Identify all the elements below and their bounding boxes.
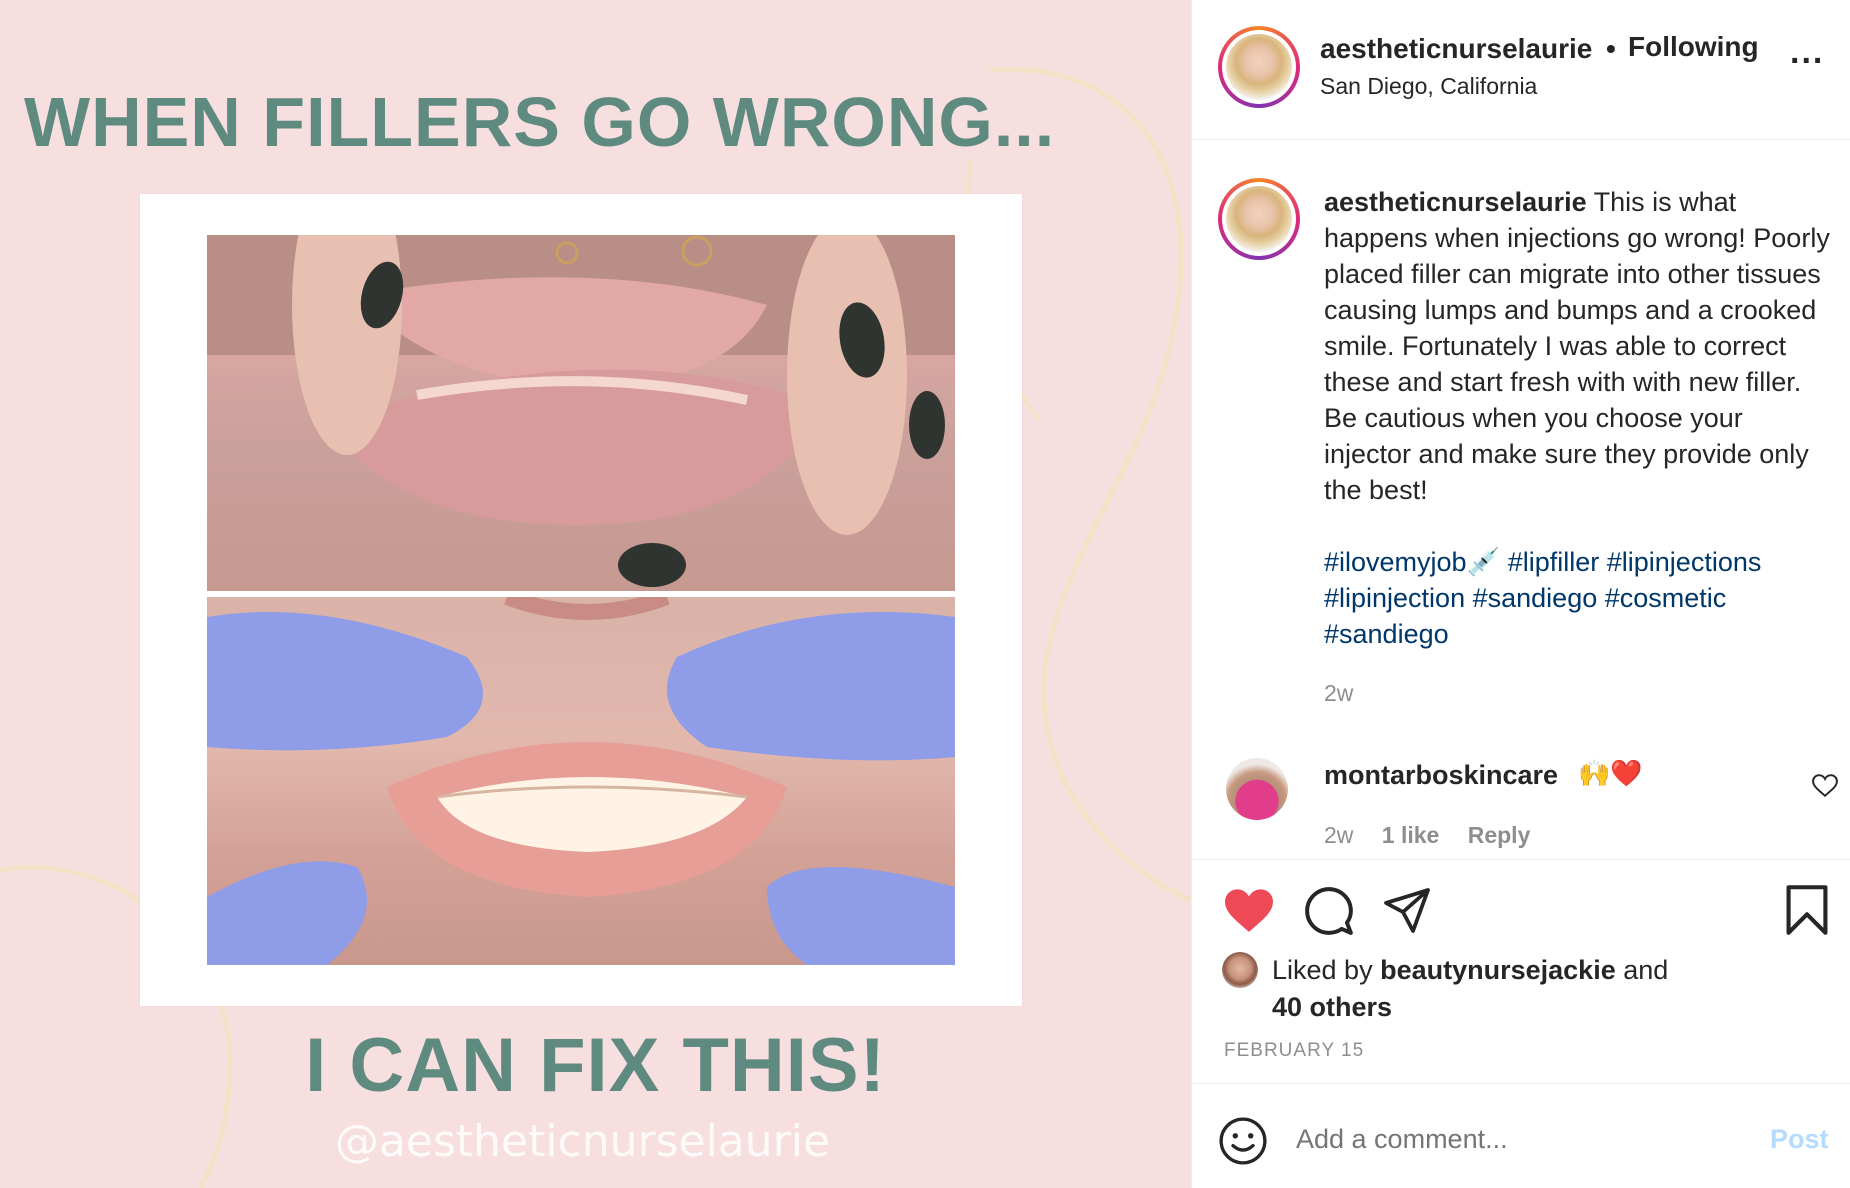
liked-by-and: and — [1623, 955, 1669, 985]
image-watermark: @aestheticnurselaurie — [334, 1116, 831, 1167]
share-icon[interactable] — [1382, 886, 1432, 934]
comment-text: 🙌❤️ — [1578, 758, 1643, 788]
after-photo — [207, 597, 955, 965]
author-avatar[interactable] — [1218, 26, 1300, 108]
like-heart-icon[interactable] — [1224, 888, 1274, 934]
comment-meta: 2w 1 like Reply — [1324, 822, 1530, 849]
post-image[interactable]: WHEN FILLERS GO WRONG... I CAN FIX THIS!… — [0, 0, 1191, 1188]
caption-text-block: aestheticnurselaurie This is what happen… — [1324, 184, 1834, 508]
hashtag[interactable]: #sandiego — [1324, 619, 1449, 649]
emoji-smiley-icon[interactable] — [1218, 1116, 1268, 1166]
comment-like-count[interactable]: 1 like — [1382, 822, 1440, 848]
hashtag[interactable]: #sandiego — [1473, 583, 1598, 613]
image-subline: I CAN FIX THIS! — [305, 1023, 886, 1108]
liked-by-user[interactable]: beautynursejackie — [1380, 955, 1616, 985]
comment-heart-icon[interactable] — [1812, 774, 1838, 798]
commenter-avatar[interactable] — [1226, 758, 1288, 820]
author-username[interactable]: aestheticnurselaurie — [1320, 33, 1592, 65]
add-comment-bar: Post — [1192, 1084, 1850, 1188]
comment-reply-button[interactable]: Reply — [1468, 822, 1531, 848]
hashtag[interactable]: #lipinjection — [1324, 583, 1465, 613]
post-actions: Liked by beautynursejackie and 40 others… — [1192, 860, 1850, 1084]
comment-item: montarboskincare 🙌❤️ 2w 1 like Reply — [1192, 748, 1850, 860]
before-after-frame — [140, 194, 1022, 1006]
post-date[interactable]: FEBRUARY 15 — [1224, 1040, 1364, 1062]
post-header: aestheticnurselaurie • Following San Die… — [1192, 0, 1850, 140]
before-photo — [207, 235, 955, 591]
caption-avatar[interactable] — [1218, 178, 1300, 260]
hashtag[interactable]: #lipinjections — [1607, 547, 1762, 577]
caption-timestamp[interactable]: 2w — [1324, 680, 1353, 707]
comment-icon[interactable] — [1304, 886, 1354, 936]
commenter-username[interactable]: montarboskincare — [1324, 760, 1558, 791]
comment-timestamp[interactable]: 2w — [1324, 822, 1353, 848]
liker-avatar[interactable] — [1222, 952, 1258, 988]
liked-by-others[interactable]: 40 others — [1272, 992, 1392, 1022]
hashtag[interactable]: #ilovemyjob💉 — [1324, 547, 1500, 577]
hashtag[interactable]: #lipfiller — [1508, 547, 1600, 577]
liked-by-prefix: Liked by — [1272, 955, 1373, 985]
hashtag[interactable]: #cosmetic — [1605, 583, 1727, 613]
caption-username[interactable]: aestheticnurselaurie — [1324, 187, 1587, 217]
post-location[interactable]: San Diego, California — [1320, 73, 1537, 100]
post-comment-button[interactable]: Post — [1770, 1124, 1829, 1155]
liked-by-text: Liked by beautynursejackie and 40 others — [1272, 952, 1832, 1026]
save-bookmark-icon[interactable] — [1784, 884, 1830, 936]
caption-body: This is what happens when injections go … — [1324, 187, 1830, 505]
image-headline: WHEN FILLERS GO WRONG... — [24, 83, 1056, 161]
following-button[interactable]: Following — [1628, 31, 1759, 63]
post-sidebar: aestheticnurselaurie • Following San Die… — [1191, 0, 1850, 1188]
separator-dot: • — [1606, 33, 1616, 64]
comment-input[interactable] — [1296, 1124, 1676, 1155]
caption-hashtags: #ilovemyjob💉 #lipfiller #lipinjections #… — [1324, 544, 1834, 652]
more-options-icon[interactable]: ... — [1790, 35, 1824, 69]
